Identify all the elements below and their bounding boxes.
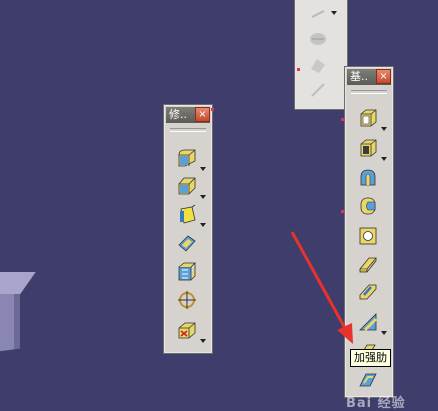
marker-dot [341, 118, 344, 121]
toolbar-title-bar[interactable]: 基.. × [347, 69, 391, 85]
multi-sections-icon[interactable] [357, 369, 379, 391]
chevron-down-icon[interactable] [331, 11, 337, 15]
hole-icon[interactable] [357, 225, 379, 247]
chevron-down-icon[interactable] [381, 127, 387, 131]
toolbar-title: 基.. [350, 70, 368, 83]
chamfer-icon[interactable] [176, 175, 198, 197]
pocket-icon[interactable] [357, 137, 379, 159]
toolbar-grip[interactable] [351, 90, 387, 94]
faded-icon-3[interactable] [307, 53, 329, 75]
slot-icon[interactable] [357, 281, 379, 303]
toolbar-sketch-faded[interactable] [294, 0, 348, 110]
thickness-icon[interactable] [176, 261, 198, 283]
edge-fillet-icon[interactable] [176, 147, 198, 169]
background-solid-top [0, 272, 36, 294]
chevron-down-icon[interactable] [200, 223, 206, 227]
chevron-down-icon[interactable] [200, 167, 206, 171]
tooltip: 加强肋 [350, 349, 391, 367]
groove-icon[interactable] [357, 195, 379, 217]
marker-dot [341, 210, 344, 213]
faded-icon-2[interactable] [307, 29, 329, 49]
shaft-icon[interactable] [357, 167, 379, 189]
close-button[interactable]: × [195, 107, 210, 122]
chevron-down-icon[interactable] [200, 339, 206, 343]
draft-icon[interactable] [176, 203, 198, 225]
toolbar-grip[interactable] [170, 128, 206, 132]
chevron-down-icon[interactable] [200, 195, 206, 199]
remove-face-icon[interactable] [176, 319, 198, 341]
close-button[interactable]: × [376, 69, 391, 84]
thread-icon[interactable] [176, 289, 198, 311]
toolbar-modify[interactable]: 修.. × [163, 104, 213, 354]
chevron-down-icon[interactable] [381, 331, 387, 335]
toolbar-title: 修.. [169, 108, 187, 121]
shell-icon[interactable] [176, 233, 198, 255]
faded-icon-4[interactable] [309, 81, 327, 99]
chevron-down-icon[interactable] [381, 157, 387, 161]
watermark: Bai 经验 [346, 396, 406, 411]
marker-dot [297, 68, 300, 71]
faded-icon-1[interactable] [309, 5, 327, 23]
rib-icon[interactable] [357, 253, 379, 275]
marker-dot [211, 108, 214, 111]
stiffener-icon[interactable] [357, 311, 379, 333]
toolbar-title-bar[interactable]: 修.. × [166, 107, 210, 123]
pad-icon[interactable] [357, 107, 379, 129]
